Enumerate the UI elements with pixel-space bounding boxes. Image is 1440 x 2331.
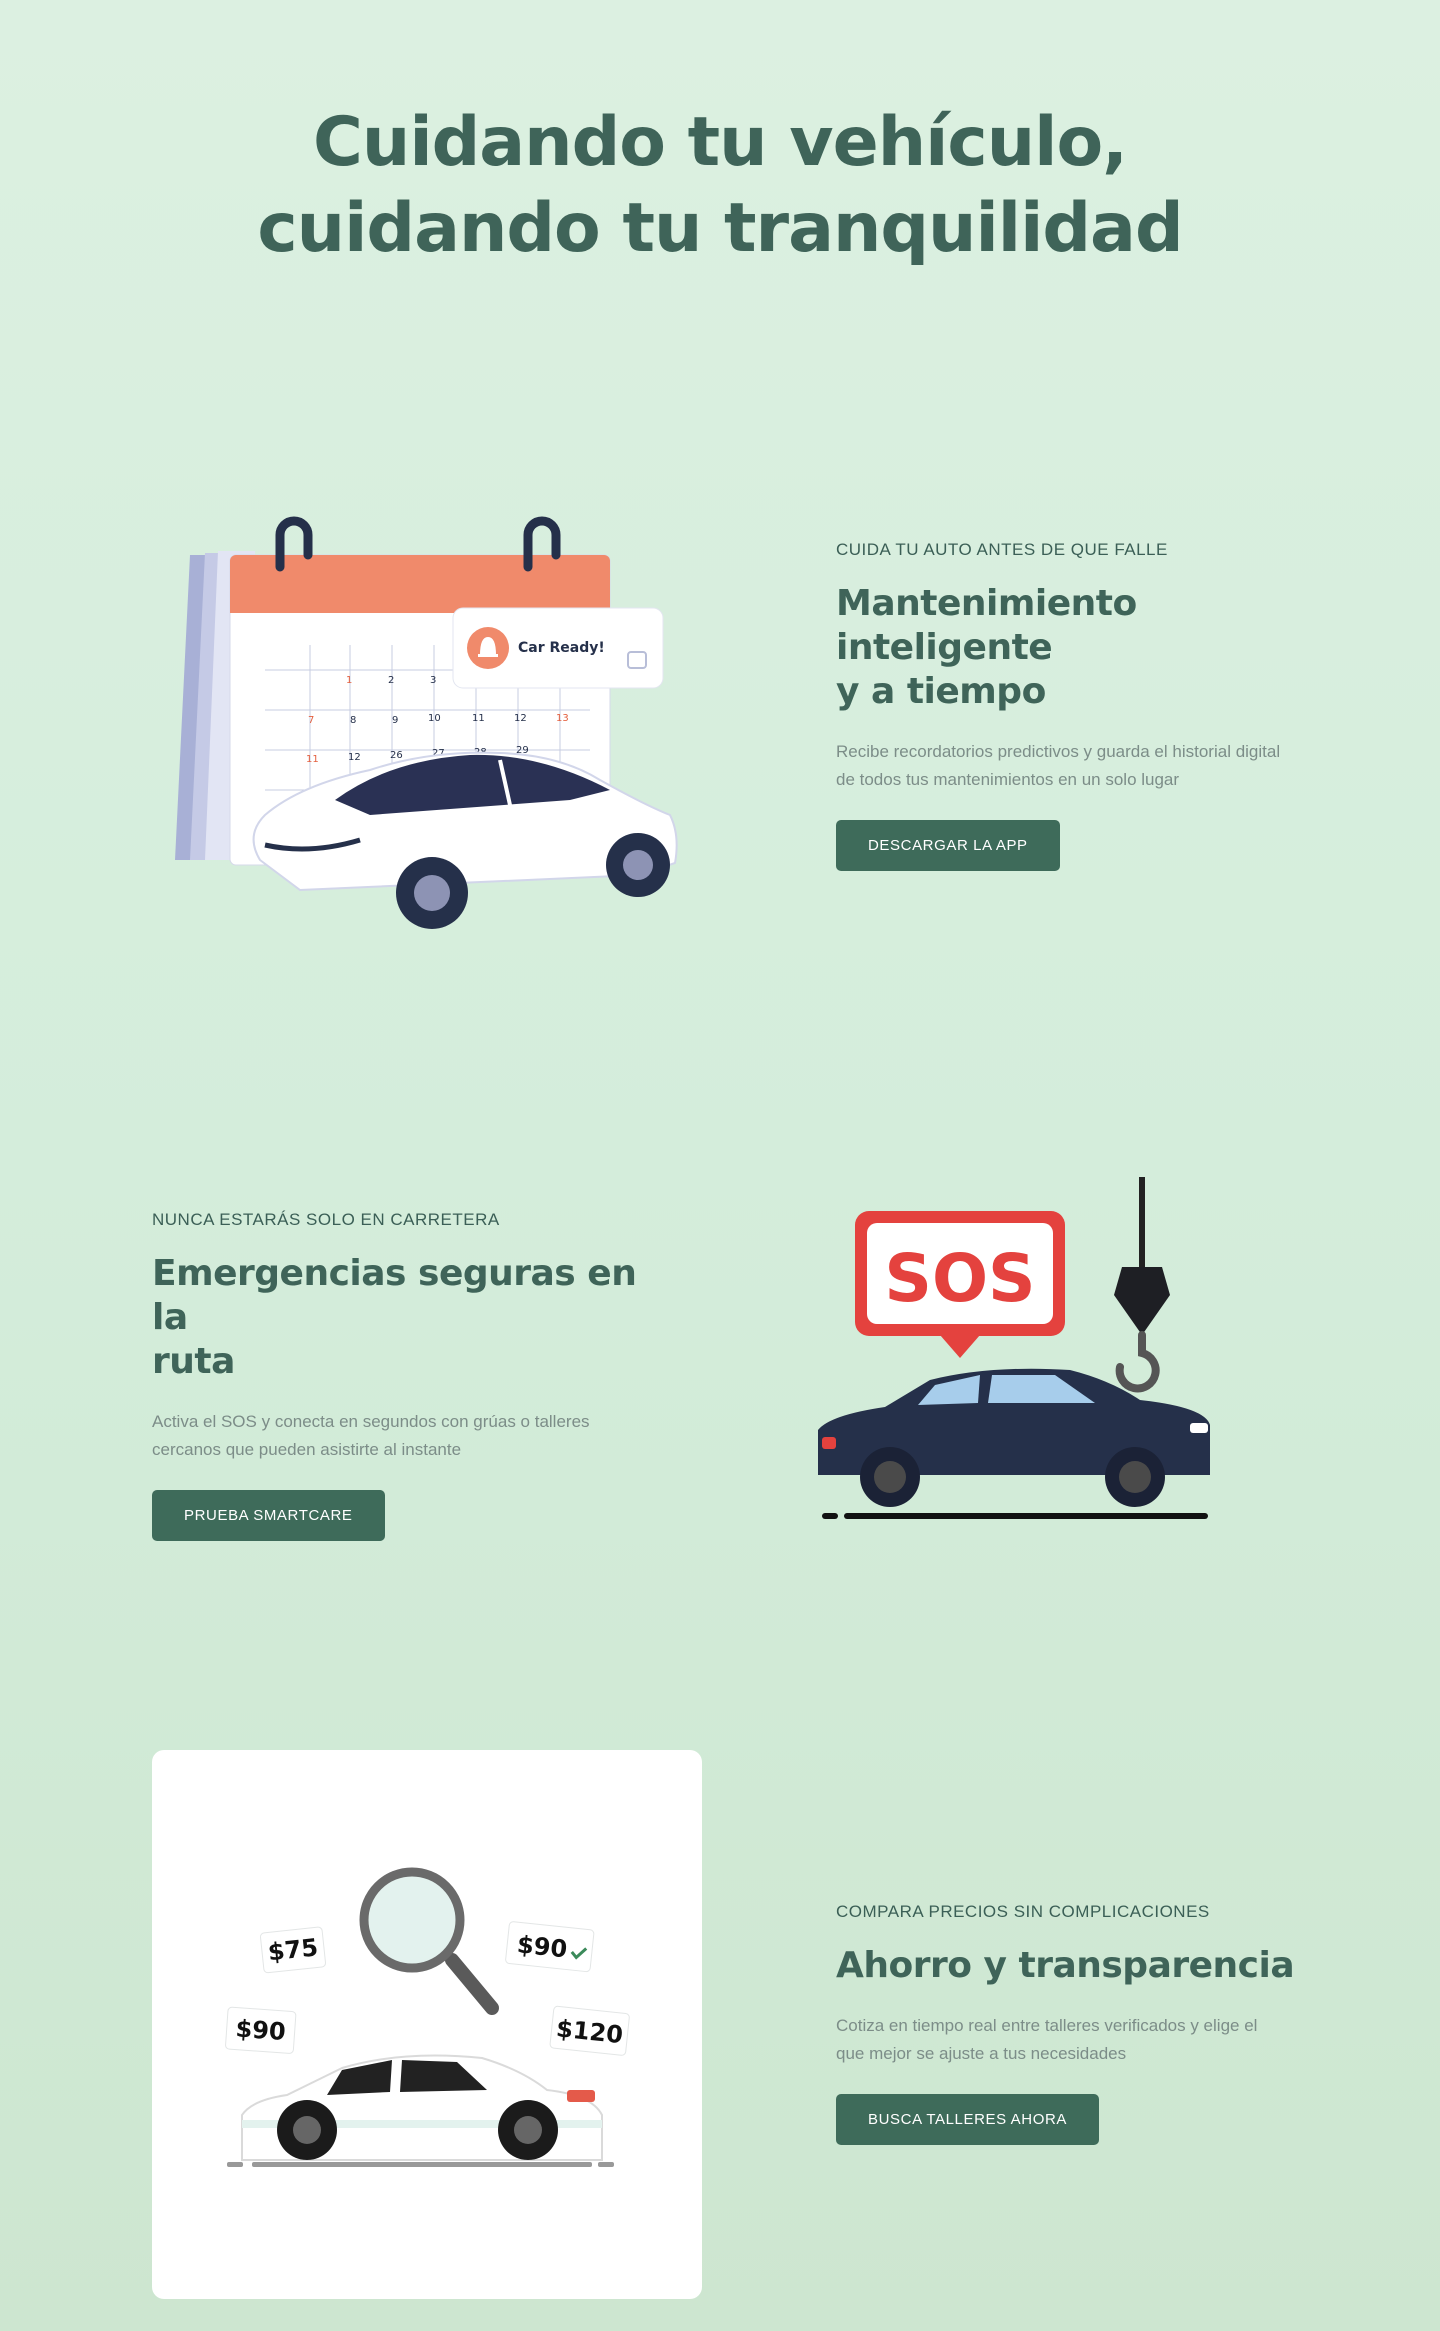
cal-day: 7: [308, 715, 314, 726]
cal-day: 12: [348, 752, 361, 763]
emergency-title-line1: Emergencias seguras en la: [152, 1253, 637, 1338]
hero-title-line1: Cuidando tu vehículo,: [313, 103, 1128, 182]
emergency-eyebrow: NUNCA ESTARÁS SOLO EN CARRETERA: [152, 1210, 500, 1229]
price-tag: $90: [225, 2006, 297, 2054]
price-90-left: $90: [235, 2015, 287, 2046]
maintenance-desc-line1: Recibe recordatorios predictivos y guard…: [836, 742, 1281, 761]
cal-day: 9: [392, 715, 398, 726]
download-app-button[interactable]: DESCARGAR LA APP: [836, 820, 1060, 871]
maintenance-section: CUIDA TU AUTO ANTES DE QUE FALLE Manteni…: [836, 540, 1336, 871]
magnifying-glass-icon: [359, 1867, 499, 2015]
maintenance-desc-line2: de todos tus mantenimientos en un solo l…: [836, 770, 1180, 789]
sos-text: SOS: [884, 1240, 1035, 1317]
notification-text: Car Ready!: [518, 640, 605, 656]
try-smartcare-button[interactable]: PRUEBA SMARTCARE: [152, 1490, 385, 1541]
savings-description: Cotiza en tiempo real entre talleres ver…: [836, 2012, 1336, 2068]
cal-day: 26: [390, 750, 403, 761]
savings-desc-line1: Cotiza en tiempo real entre talleres ver…: [836, 2016, 1258, 2035]
price-tag: $75: [259, 1926, 327, 1974]
maintenance-description: Recibe recordatorios predictivos y guard…: [836, 738, 1336, 794]
savings-title: Ahorro y transparencia: [836, 1944, 1336, 1988]
sos-illustration: SOS: [818, 1177, 1210, 1519]
maintenance-illustration: 1 2 3 7 8 9 10 11 12 13 11 12 26 27 28 2…: [175, 516, 678, 929]
price-compare-illustration: $75 $90 $90 $120: [225, 1867, 630, 2167]
emergency-title: Emergencias seguras en la ruta: [152, 1252, 652, 1384]
savings-section: COMPARA PRECIOS SIN COMPLICACIONES Ahorr…: [836, 1902, 1336, 2145]
maintenance-eyebrow: CUIDA TU AUTO ANTES DE QUE FALLE: [836, 540, 1168, 559]
cal-day: 2: [388, 675, 394, 686]
find-workshops-button[interactable]: BUSCA TALLERES AHORA: [836, 2094, 1100, 2145]
savings-title-line1: Ahorro y transparencia: [836, 1945, 1295, 1986]
navy-car: [818, 1368, 1210, 1519]
price-75: $75: [267, 1933, 320, 1966]
maintenance-title-line2: y a tiempo: [836, 671, 1046, 712]
tow-hook-icon: [1114, 1177, 1170, 1393]
hero: Cuidando tu vehículo, cuidando tu tranqu…: [0, 100, 1440, 272]
cal-day: 1: [346, 675, 352, 686]
price-compare-card: $75 $90 $90 $120: [152, 1750, 702, 2299]
cal-day: 11: [306, 754, 319, 765]
emergency-title-line2: ruta: [152, 1341, 235, 1382]
cal-day: 12: [514, 713, 527, 724]
maintenance-title-line1: Mantenimiento inteligente: [836, 583, 1137, 668]
notification-card: Car Ready!: [452, 607, 664, 689]
cal-day: 3: [430, 675, 436, 686]
hero-title-line2: cuidando tu tranquilidad: [257, 189, 1183, 268]
cal-day: 13: [556, 713, 569, 724]
cal-day: 10: [428, 713, 441, 724]
white-sedan: [227, 2054, 614, 2167]
emergency-description: Activa el SOS y conecta en segundos con …: [152, 1408, 652, 1464]
emergency-section: NUNCA ESTARÁS SOLO EN CARRETERA Emergenc…: [152, 1210, 652, 1541]
price-tag: $90: [505, 1921, 595, 1973]
price-90-right: $90: [516, 1930, 569, 1963]
price-tag: $120: [549, 2005, 630, 2056]
savings-desc-line2: que mejor se ajuste a tus necesidades: [836, 2044, 1127, 2063]
cal-day: 11: [472, 713, 485, 724]
cal-day: 8: [350, 715, 356, 726]
maintenance-title: Mantenimiento inteligente y a tiempo: [836, 582, 1336, 714]
sos-bubble: SOS: [855, 1211, 1065, 1358]
hero-title: Cuidando tu vehículo, cuidando tu tranqu…: [0, 100, 1440, 272]
emergency-desc-line1: Activa el SOS y conecta en segundos con …: [152, 1412, 590, 1431]
savings-eyebrow: COMPARA PRECIOS SIN COMPLICACIONES: [836, 1902, 1210, 1921]
emergency-desc-line2: cercanos que pueden asistirte al instant…: [152, 1440, 462, 1459]
